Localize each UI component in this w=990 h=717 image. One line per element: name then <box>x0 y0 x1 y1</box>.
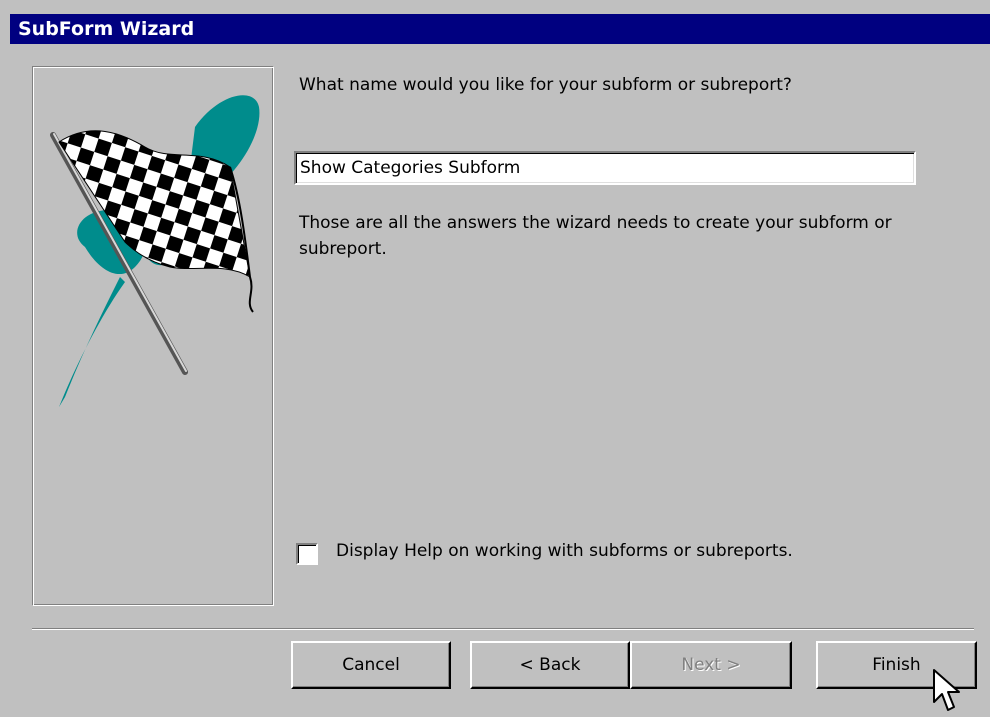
checkered-flag-icon <box>50 95 260 407</box>
name-prompt: What name would you like for your subfor… <box>299 75 792 95</box>
next-button[interactable]: Next > <box>630 641 792 689</box>
title-bar[interactable]: SubForm Wizard <box>10 14 990 44</box>
window-title: SubForm Wizard <box>18 18 195 40</box>
help-checkbox-label[interactable]: Display Help on working with subforms or… <box>336 538 793 564</box>
subform-name-field[interactable] <box>294 151 916 185</box>
cancel-button[interactable]: Cancel <box>291 641 451 689</box>
mouse-pointer-icon <box>933 669 960 711</box>
separator <box>32 628 974 630</box>
wizard-picture-panel <box>32 66 274 606</box>
help-checkbox[interactable] <box>296 543 318 565</box>
subform-wizard-dialog: SubForm Wizard What name would you like … <box>0 0 990 717</box>
back-button[interactable]: < Back <box>470 641 630 689</box>
info-text: Those are all the answers the wizard nee… <box>299 213 892 259</box>
